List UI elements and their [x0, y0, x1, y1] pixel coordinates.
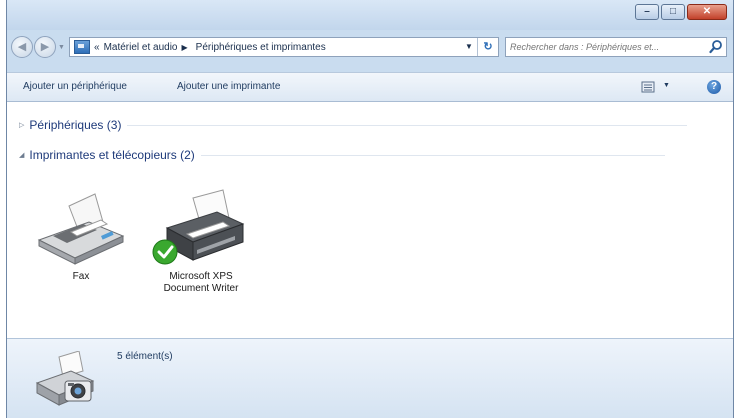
forward-arrow-icon: ▶ [40, 41, 50, 53]
group-divider [127, 124, 688, 126]
group-label: Imprimantes et télécopieurs (2) [29, 148, 195, 162]
close-button[interactable]: ✕ [687, 4, 727, 20]
add-device-button[interactable]: Ajouter un périphérique [23, 81, 127, 92]
back-arrow-icon: ◀ [17, 41, 27, 53]
breadcrumb-label: Matériel et audio [103, 41, 178, 53]
device-fax[interactable]: Fax [25, 188, 137, 283]
breadcrumb-overflow[interactable]: « [90, 42, 100, 53]
item-count: 5 élément(s) [117, 351, 173, 362]
breadcrumb-label: Périphériques et imprimantes [195, 41, 326, 53]
expand-arrow-icon[interactable]: ▷ [19, 121, 24, 129]
breadcrumb-item-hardware-sound[interactable]: Matériel et audio ▶ [100, 42, 192, 53]
details-pane: 5 élément(s) [7, 338, 733, 418]
title-bar: – □ ✕ [7, 0, 733, 30]
fax-icon [37, 193, 125, 265]
change-view-icon[interactable] [641, 80, 655, 94]
group-header-printers[interactable]: ◢ Imprimantes et télécopieurs (2) [19, 148, 665, 162]
refresh-button[interactable]: ↻ [477, 38, 498, 56]
default-printer-check-icon [152, 239, 178, 265]
address-bar[interactable]: « Matériel et audio ▶ Périphériques et i… [69, 37, 499, 57]
breadcrumb-separator-icon[interactable]: ▶ [182, 43, 188, 52]
group-label: Périphériques (3) [29, 118, 122, 132]
maximize-button[interactable]: □ [661, 4, 685, 20]
items-view: ▷ Périphériques (3) ◢ Imprimantes et tél… [7, 102, 733, 338]
search-box[interactable] [505, 37, 727, 57]
explorer-window: – □ ✕ ◀ ▶ ▼ « Matériel et audio ▶ Périph… [6, 0, 734, 418]
address-dropdown-button[interactable]: ▼ [462, 38, 476, 56]
printer-icon [152, 189, 245, 265]
command-bar: Ajouter un périphérique Ajouter une impr… [7, 72, 733, 102]
back-button[interactable]: ◀ [11, 36, 33, 58]
forward-button[interactable]: ▶ [34, 36, 56, 58]
device-label-line-1: Microsoft XPS [169, 271, 233, 282]
group-header-devices[interactable]: ▷ Périphériques (3) [19, 118, 688, 132]
collapse-arrow-icon[interactable]: ◢ [19, 151, 24, 159]
group-divider [200, 154, 665, 156]
view-options-dropdown[interactable]: ▼ [663, 82, 670, 89]
minimize-button[interactable]: – [635, 4, 659, 20]
search-input[interactable] [510, 39, 706, 55]
navigation-bar: ◀ ▶ ▼ « Matériel et audio ▶ Périphérique… [7, 34, 733, 60]
printer-camera-icon [35, 351, 95, 406]
breadcrumb-item-devices-printers[interactable]: Périphériques et imprimantes [192, 42, 330, 53]
caption-buttons: – □ ✕ [633, 4, 727, 20]
device-label-line-2: Document Writer [163, 283, 239, 294]
help-button[interactable]: ? [707, 80, 721, 94]
search-icon[interactable] [709, 39, 723, 55]
add-printer-button[interactable]: Ajouter une imprimante [177, 81, 280, 92]
device-microsoft-xps-document-writer[interactable]: Microsoft XPS Document Writer [141, 188, 261, 295]
device-label: Fax [72, 271, 90, 282]
control-panel-icon [74, 40, 90, 54]
recent-pages-dropdown[interactable]: ▼ [58, 44, 65, 51]
